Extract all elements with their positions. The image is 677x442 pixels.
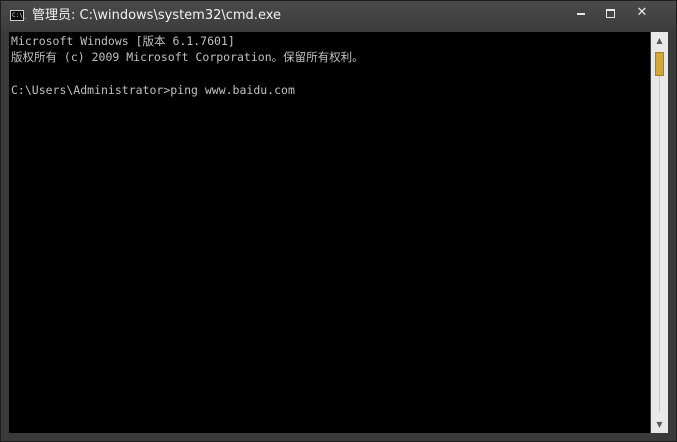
cmd-window: C:\_ 管理员: C:\windows\system32\cmd.exe ✕ …: [0, 0, 677, 442]
scroll-up-arrow-icon[interactable]: ▲: [651, 32, 668, 49]
title-bar[interactable]: C:\_ 管理员: C:\windows\system32\cmd.exe ✕: [1, 1, 676, 32]
close-icon: ✕: [636, 5, 648, 20]
minimize-button[interactable]: [566, 2, 596, 24]
window-title: 管理员: C:\windows\system32\cmd.exe: [32, 8, 281, 23]
vertical-scrollbar[interactable]: ▲ ▼: [651, 32, 668, 433]
scroll-down-arrow-icon[interactable]: ▼: [651, 416, 668, 433]
console-line-prompt[interactable]: C:\Users\Administrator>ping www.baidu.co…: [11, 83, 295, 97]
console-line-copyright: 版权所有 (c) 2009 Microsoft Corporation。保留所有…: [11, 50, 364, 64]
cmd-icon-glyph: C:\_: [12, 12, 27, 19]
minimize-icon: [577, 12, 585, 15]
maximize-button[interactable]: [595, 2, 625, 24]
console-line-version: Microsoft Windows [版本 6.1.7601]: [11, 34, 235, 48]
close-button[interactable]: ✕: [627, 2, 657, 24]
scroll-track: [659, 76, 660, 412]
cmd-app-icon[interactable]: C:\_: [10, 10, 27, 21]
console-output[interactable]: Microsoft Windows [版本 6.1.7601] 版权所有 (c)…: [9, 32, 650, 433]
maximize-icon: [605, 9, 615, 18]
scroll-thumb[interactable]: [655, 52, 664, 76]
